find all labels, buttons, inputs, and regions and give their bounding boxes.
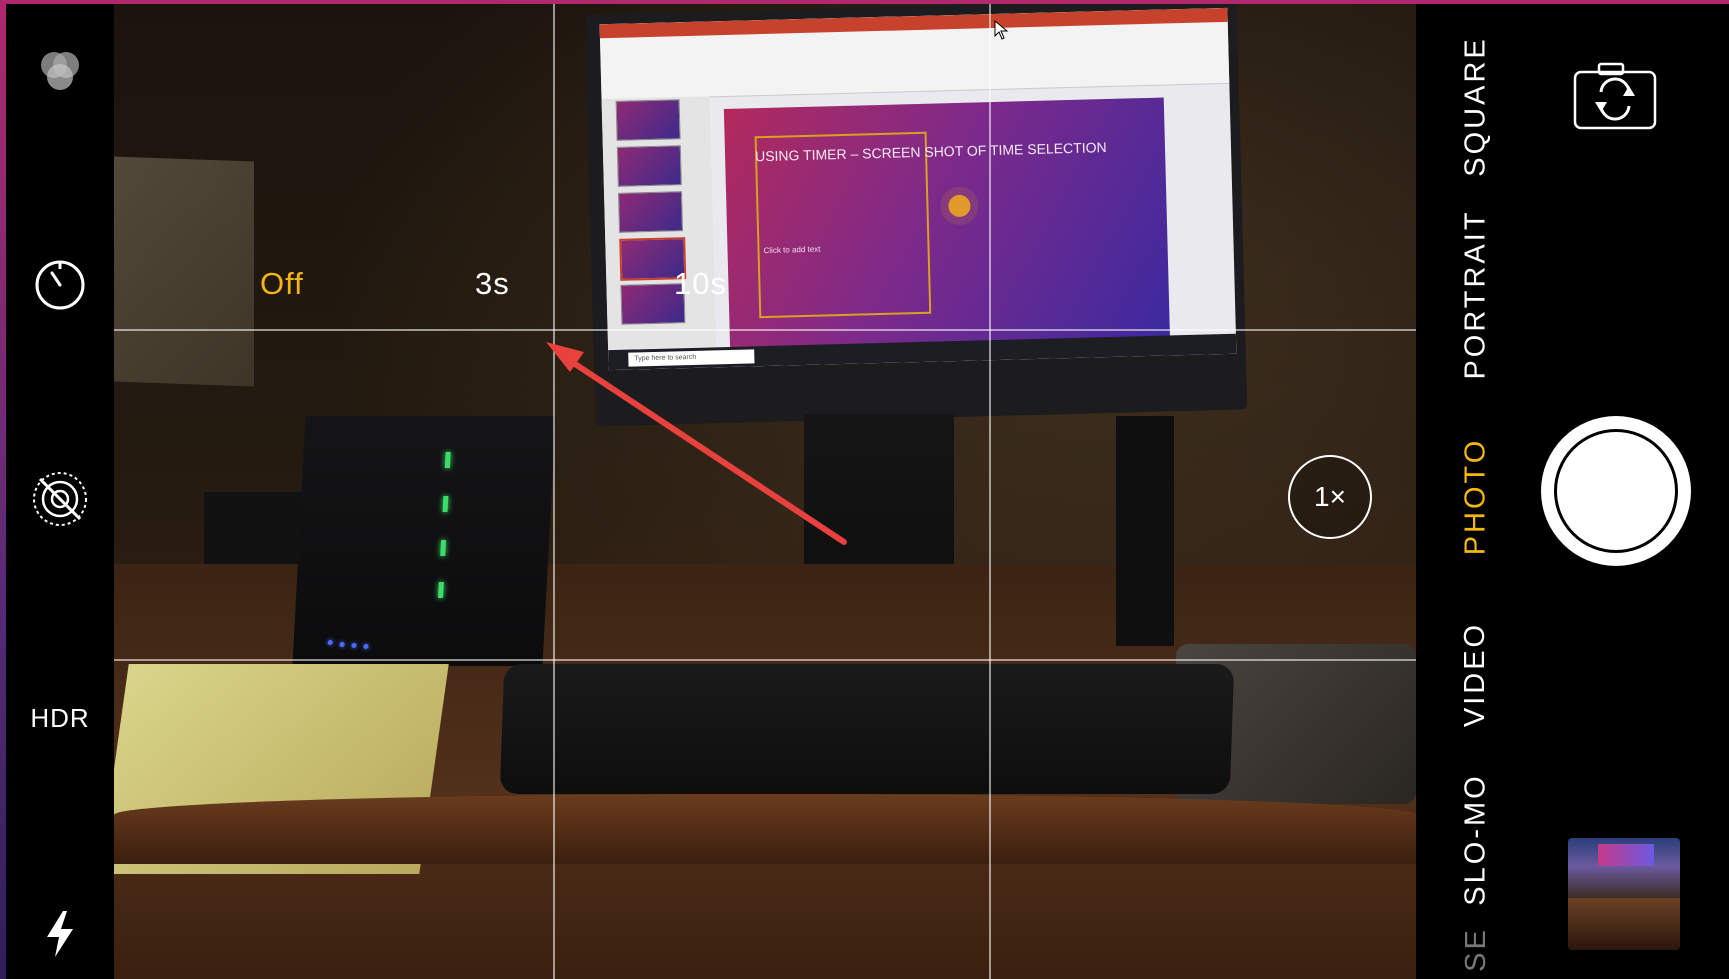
timer-option-off[interactable]: Off: [260, 266, 304, 302]
flash-icon: [47, 911, 73, 957]
scene-led: [351, 643, 357, 648]
timer-option-10s[interactable]: 10s: [674, 266, 727, 302]
grid-line: [114, 329, 1416, 331]
zoom-button[interactable]: 1×: [1288, 455, 1372, 539]
mode-label: SLO-MO: [1459, 772, 1492, 906]
mode-label: SQUARE: [1459, 35, 1492, 177]
mode-photo[interactable]: PHOTO: [1416, 436, 1536, 556]
left-control-bar: HDR: [6, 4, 114, 979]
sun-icon: [948, 194, 971, 218]
shutter-button[interactable]: [1541, 416, 1691, 566]
zoom-label: 1×: [1314, 481, 1346, 512]
scene-slide-body: Click to add text: [763, 244, 821, 256]
mode-label: PORTRAIT: [1459, 208, 1492, 380]
hdr-button[interactable]: HDR: [6, 696, 114, 740]
grid-line: [114, 659, 1416, 661]
mode-time-lapse[interactable]: SE: [1416, 924, 1536, 974]
mode-label: SE: [1459, 926, 1492, 972]
scene-slide: USING TIMER – SCREEN SHOT OF TIME SELECT…: [723, 97, 1171, 359]
wall-note: [114, 156, 254, 387]
camera-app: HDR USING TIMER – SCREEN SHOT OF TIME SE…: [6, 4, 1729, 979]
mode-portrait[interactable]: PORTRAIT: [1416, 209, 1536, 379]
scene-led: [339, 642, 345, 647]
scene-led: [442, 496, 449, 512]
scene-slide-thumbnails: [601, 96, 717, 350]
live-off-icon: [33, 472, 87, 526]
scene-thumb: [616, 145, 682, 187]
mode-label: PHOTO: [1459, 437, 1492, 555]
thumbnail-screen: [1598, 844, 1654, 866]
cursor-icon: [994, 20, 1009, 40]
scene-led: [438, 582, 444, 598]
thumbnail-desk: [1568, 898, 1680, 950]
scene-led: [440, 540, 447, 556]
scene-speaker: [1116, 416, 1174, 646]
shutter-inner: [1554, 429, 1678, 553]
timer-option-3s[interactable]: 3s: [475, 266, 510, 302]
mode-slo-mo[interactable]: SLO-MO: [1416, 772, 1536, 906]
flash-button[interactable]: [6, 906, 114, 962]
scene-led: [444, 452, 451, 468]
scene-thumb: [617, 191, 684, 233]
flip-camera-icon[interactable]: [1573, 62, 1657, 130]
viewfinder[interactable]: USING TIMER – SCREEN SHOT OF TIME SELECT…: [114, 4, 1416, 979]
scene-led: [327, 640, 333, 645]
mode-label: VIDEO: [1459, 621, 1492, 727]
scene-keyboard: [499, 664, 1235, 794]
scene-search-box: Type here to search: [628, 349, 755, 367]
scene-monitor-screen: USING TIMER – SCREEN SHOT OF TIME SELECT…: [599, 7, 1237, 371]
mode-video[interactable]: VIDEO: [1416, 614, 1536, 734]
timer-button[interactable]: [6, 252, 114, 318]
timer-icon: [35, 260, 85, 310]
grid-line: [989, 4, 991, 979]
mode-square[interactable]: SQUARE: [1416, 36, 1536, 176]
right-control-bar: SQUARE PORTRAIT PHOTO VIDEO SLO-MO SE: [1416, 4, 1729, 979]
scene-nas: [292, 416, 556, 666]
last-photo-thumbnail[interactable]: [1568, 838, 1680, 950]
hdr-label: HDR: [30, 702, 90, 733]
live-off-button[interactable]: [6, 466, 114, 532]
scene-thumb: [615, 99, 681, 141]
scene-desk-edge: [114, 794, 1416, 864]
live-photo-button[interactable]: [6, 40, 114, 106]
scene-ribbon: [599, 7, 1230, 101]
grid-line: [553, 4, 555, 979]
scene-led: [363, 644, 369, 649]
live-photo-icon: [41, 52, 79, 90]
